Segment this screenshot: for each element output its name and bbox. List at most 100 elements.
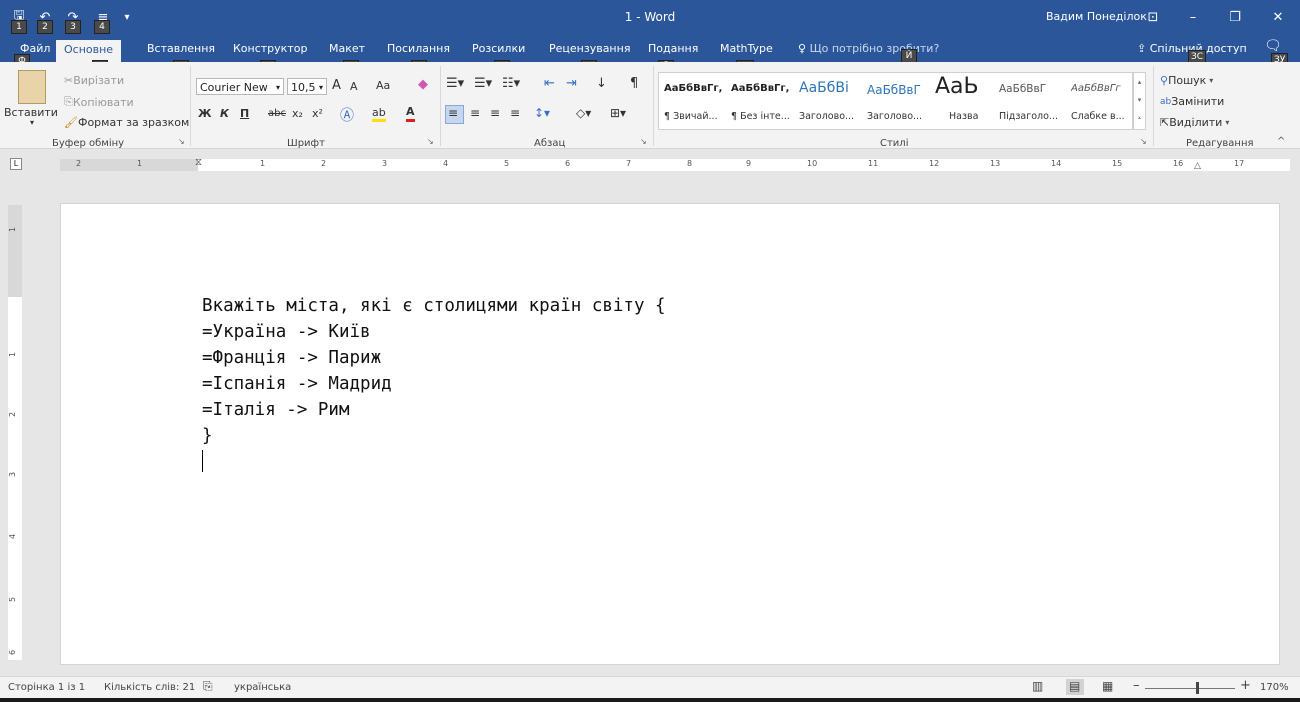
style-subtitle[interactable]: АаБбВвГ Підзаголо... [999,73,1069,129]
separator [653,66,654,146]
comments-icon[interactable]: 🗨 [1264,38,1282,54]
page-count[interactable]: Сторінка 1 із 1 [8,682,85,693]
word-count[interactable]: Кількість слів: 21 [104,682,195,693]
vertical-ruler[interactable]: 1 1 2 3 4 5 6 [8,205,22,660]
language[interactable]: українська [234,682,291,693]
replace-icon: ab [1160,96,1172,107]
tab-view[interactable]: Подання [648,42,698,55]
zoom-slider-thumb[interactable] [1196,682,1199,694]
font-launcher-icon[interactable]: ↘ [427,137,434,146]
line-spacing-icon[interactable]: ↕▾ [534,106,550,120]
superscript-button[interactable]: x² [312,107,323,120]
document-page[interactable]: Вкажіть міста, які є столицями країн сві… [60,203,1280,665]
align-center-icon[interactable]: ≡ [470,106,480,120]
clear-format-icon[interactable]: ◆ [418,77,428,92]
collapse-ribbon-icon[interactable]: ^ [1277,136,1285,147]
clipboard-launcher-icon[interactable]: ↘ [178,137,185,146]
document-line[interactable]: =Іспанія -> Мадрид [202,374,392,394]
find-button[interactable]: ⚲ Пошук ▾ [1160,74,1213,87]
grow-font-button[interactable]: A [332,78,341,93]
minimize-button[interactable]: – [1173,0,1213,34]
font-name-combo[interactable]: Courier New ▾ [196,78,284,95]
zoom-in-button[interactable]: + [1240,678,1251,693]
proofing-icon[interactable]: ⎘ [203,679,213,694]
tab-review[interactable]: Рецензування [549,42,630,55]
read-mode-icon[interactable]: ▥ [1032,679,1043,693]
sort-icon[interactable]: ↓ [596,76,607,91]
change-case-button[interactable]: Aa [376,79,390,92]
tab-selector-icon[interactable]: L [10,158,22,170]
text-effects-icon[interactable]: Ⓐ [340,105,354,125]
styles-launcher-icon[interactable]: ↘ [1140,137,1147,146]
document-line[interactable]: } [202,426,213,446]
zoom-out-button[interactable]: – [1133,678,1140,693]
font-size-combo[interactable]: 10,5 ▾ [287,78,327,95]
tab-references[interactable]: Посилання [387,42,450,55]
tab-mailings[interactable]: Розсилки [472,42,525,55]
paragraph-launcher-icon[interactable]: ↘ [640,137,647,146]
print-layout-icon: ▤ [1069,679,1081,693]
numbering-icon[interactable]: ☰▾ [474,76,492,91]
zoom-slider[interactable] [1145,688,1235,689]
tell-me-text: Що потрібно зробити? [809,42,940,55]
tab-design[interactable]: Конструктор [233,42,307,55]
share-icon: ⇪ [1137,42,1150,55]
ruler-number: 7 [626,159,632,168]
bullets-icon[interactable]: ☰▾ [446,76,464,91]
clipboard-icon [18,70,46,104]
show-marks-button[interactable]: ¶ [630,76,638,91]
style-heading1[interactable]: АаБбВі Заголово... [799,73,865,129]
bold-button[interactable]: Ж [198,107,211,120]
increase-indent-icon[interactable]: ⇥ [566,76,577,91]
style-heading2[interactable]: АаБбВвГ Заголово... [867,73,935,129]
web-layout-icon[interactable]: ▦ [1102,679,1113,693]
styles-scroll[interactable]: ▴ ▾ ⩡ [1133,72,1146,130]
paragraph-group-label: Абзац [534,138,566,149]
user-name[interactable]: Вадим Понеділок [1046,10,1147,23]
copy-button[interactable]: ⎘ Копіювати [64,95,134,109]
underline-button[interactable]: П [240,107,249,120]
style-subtle-emphasis[interactable]: АаБбВвГг Слабке в... [1071,73,1129,129]
zoom-level[interactable]: 170% [1260,682,1289,693]
ruler-number: 1 [137,159,143,168]
font-color-button[interactable]: A [406,105,415,122]
cut-button[interactable]: ✂ Вирізати [64,74,124,87]
replace-button[interactable]: ab Замінити [1160,95,1224,108]
subscript-button[interactable]: x₂ [292,107,303,120]
align-right-icon[interactable]: ≡ [490,106,500,120]
document-line[interactable]: =Україна -> Київ [202,322,371,342]
document-line[interactable]: =Італія -> Рим [202,400,350,420]
multilevel-list-icon[interactable]: ☷▾ [502,76,520,91]
style-title[interactable]: АаЬ Назва [935,73,1003,129]
paste-dropdown-icon[interactable]: ▾ [30,118,34,127]
tab-home[interactable]: Основне [56,40,122,63]
borders-icon[interactable]: ⊞▾ [610,106,626,120]
highlight-button[interactable]: ab [372,107,386,122]
right-indent-marker-icon[interactable]: △ [1194,161,1201,171]
ruler-number: 4 [443,159,449,168]
strikethrough-button[interactable]: abc [268,108,286,119]
tab-mathtype[interactable]: MathType [720,42,773,55]
document-line[interactable]: Вкажіть міста, які є столицями країн сві… [202,296,666,316]
shrink-font-button[interactable]: A [350,80,358,93]
horizontal-ruler[interactable]: L 2 1 1 2 3 4 5 6 7 8 9 10 11 12 13 14 1… [0,155,1300,175]
indent-marker-icon[interactable]: ⧖ [195,157,202,168]
tab-insert[interactable]: Вставлення [147,42,215,55]
close-button[interactable]: ✕ [1258,0,1298,34]
shading-icon[interactable]: ◇▾ [576,106,591,120]
tab-layout[interactable]: Макет [329,42,365,55]
select-button[interactable]: ⇱ Виділити ▾ [1160,116,1229,129]
justify-icon[interactable]: ≡ [510,106,520,120]
style-normal[interactable]: АаБбВвГг, ¶ Звичай... [664,73,729,129]
style-no-spacing[interactable]: АаБбВвГг, ¶ Без інте... [731,73,795,129]
tell-me-box[interactable]: ♀ Що потрібно зробити? [798,42,939,55]
separator [440,66,441,146]
italic-button[interactable]: К [220,107,229,120]
ribbon-display-icon[interactable]: ⊡ [1133,0,1173,34]
ruler-number: 3 [382,159,388,168]
vruler-number: 6 [8,649,18,656]
decrease-indent-icon[interactable]: ⇤ [544,76,555,91]
document-line[interactable]: =Франція -> Париж [202,348,381,368]
format-painter-button[interactable]: 🖌 Формат за зразком [64,116,189,129]
restore-button[interactable]: ❐ [1215,0,1255,34]
